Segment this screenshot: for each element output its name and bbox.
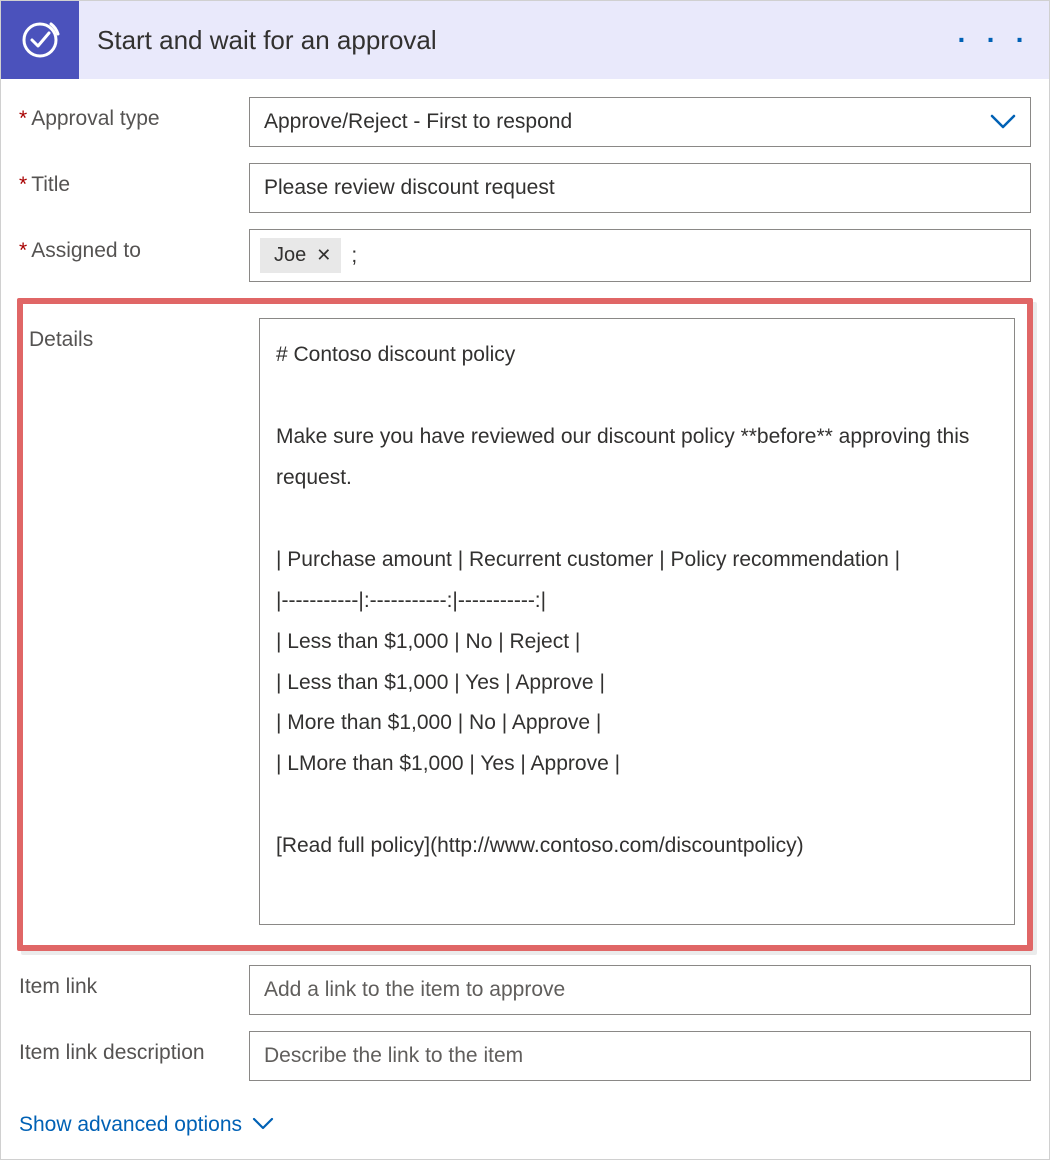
title-input[interactable]	[249, 163, 1031, 213]
approval-type-select[interactable]: Approve/Reject - First to respond	[249, 97, 1031, 147]
item-link-input[interactable]	[249, 965, 1031, 1015]
show-advanced-label: Show advanced options	[19, 1113, 242, 1137]
row-item-link-desc: Item link description	[19, 1031, 1031, 1081]
label-assigned-to: Assigned to	[19, 229, 249, 263]
label-approval-type: Approval type	[19, 97, 249, 131]
row-details-highlighted: Details	[17, 298, 1033, 951]
item-link-desc-input[interactable]	[249, 1031, 1031, 1081]
chevron-down-icon	[990, 114, 1016, 130]
card-header: Start and wait for an approval · · ·	[1, 1, 1049, 79]
details-textarea[interactable]	[259, 318, 1015, 925]
row-assigned-to: Assigned to Joe ✕ ;	[19, 229, 1031, 282]
approval-action-card: Start and wait for an approval · · · App…	[0, 0, 1050, 1160]
row-approval-type: Approval type Approve/Reject - First to …	[19, 97, 1031, 147]
card-title: Start and wait for an approval	[79, 25, 437, 56]
ellipsis-icon: · · ·	[957, 24, 1031, 56]
approval-icon	[1, 1, 79, 79]
row-title: Title	[19, 163, 1031, 213]
remove-token-icon[interactable]: ✕	[316, 245, 331, 266]
assigned-to-token[interactable]: Joe ✕	[260, 238, 341, 273]
label-item-link: Item link	[19, 965, 249, 999]
label-details: Details	[23, 318, 259, 352]
approval-type-value: Approve/Reject - First to respond	[264, 110, 572, 134]
assigned-to-input[interactable]: Joe ✕ ;	[249, 229, 1031, 282]
token-text: Joe	[274, 244, 306, 267]
card-body: Approval type Approve/Reject - First to …	[1, 79, 1049, 1159]
label-title: Title	[19, 163, 249, 197]
chevron-down-icon	[252, 1113, 274, 1137]
label-item-link-desc: Item link description	[19, 1031, 249, 1065]
show-advanced-options-link[interactable]: Show advanced options	[19, 1097, 274, 1137]
token-separator: ;	[347, 244, 357, 268]
card-menu-button[interactable]: · · ·	[957, 1, 1031, 79]
row-item-link: Item link	[19, 965, 1031, 1015]
